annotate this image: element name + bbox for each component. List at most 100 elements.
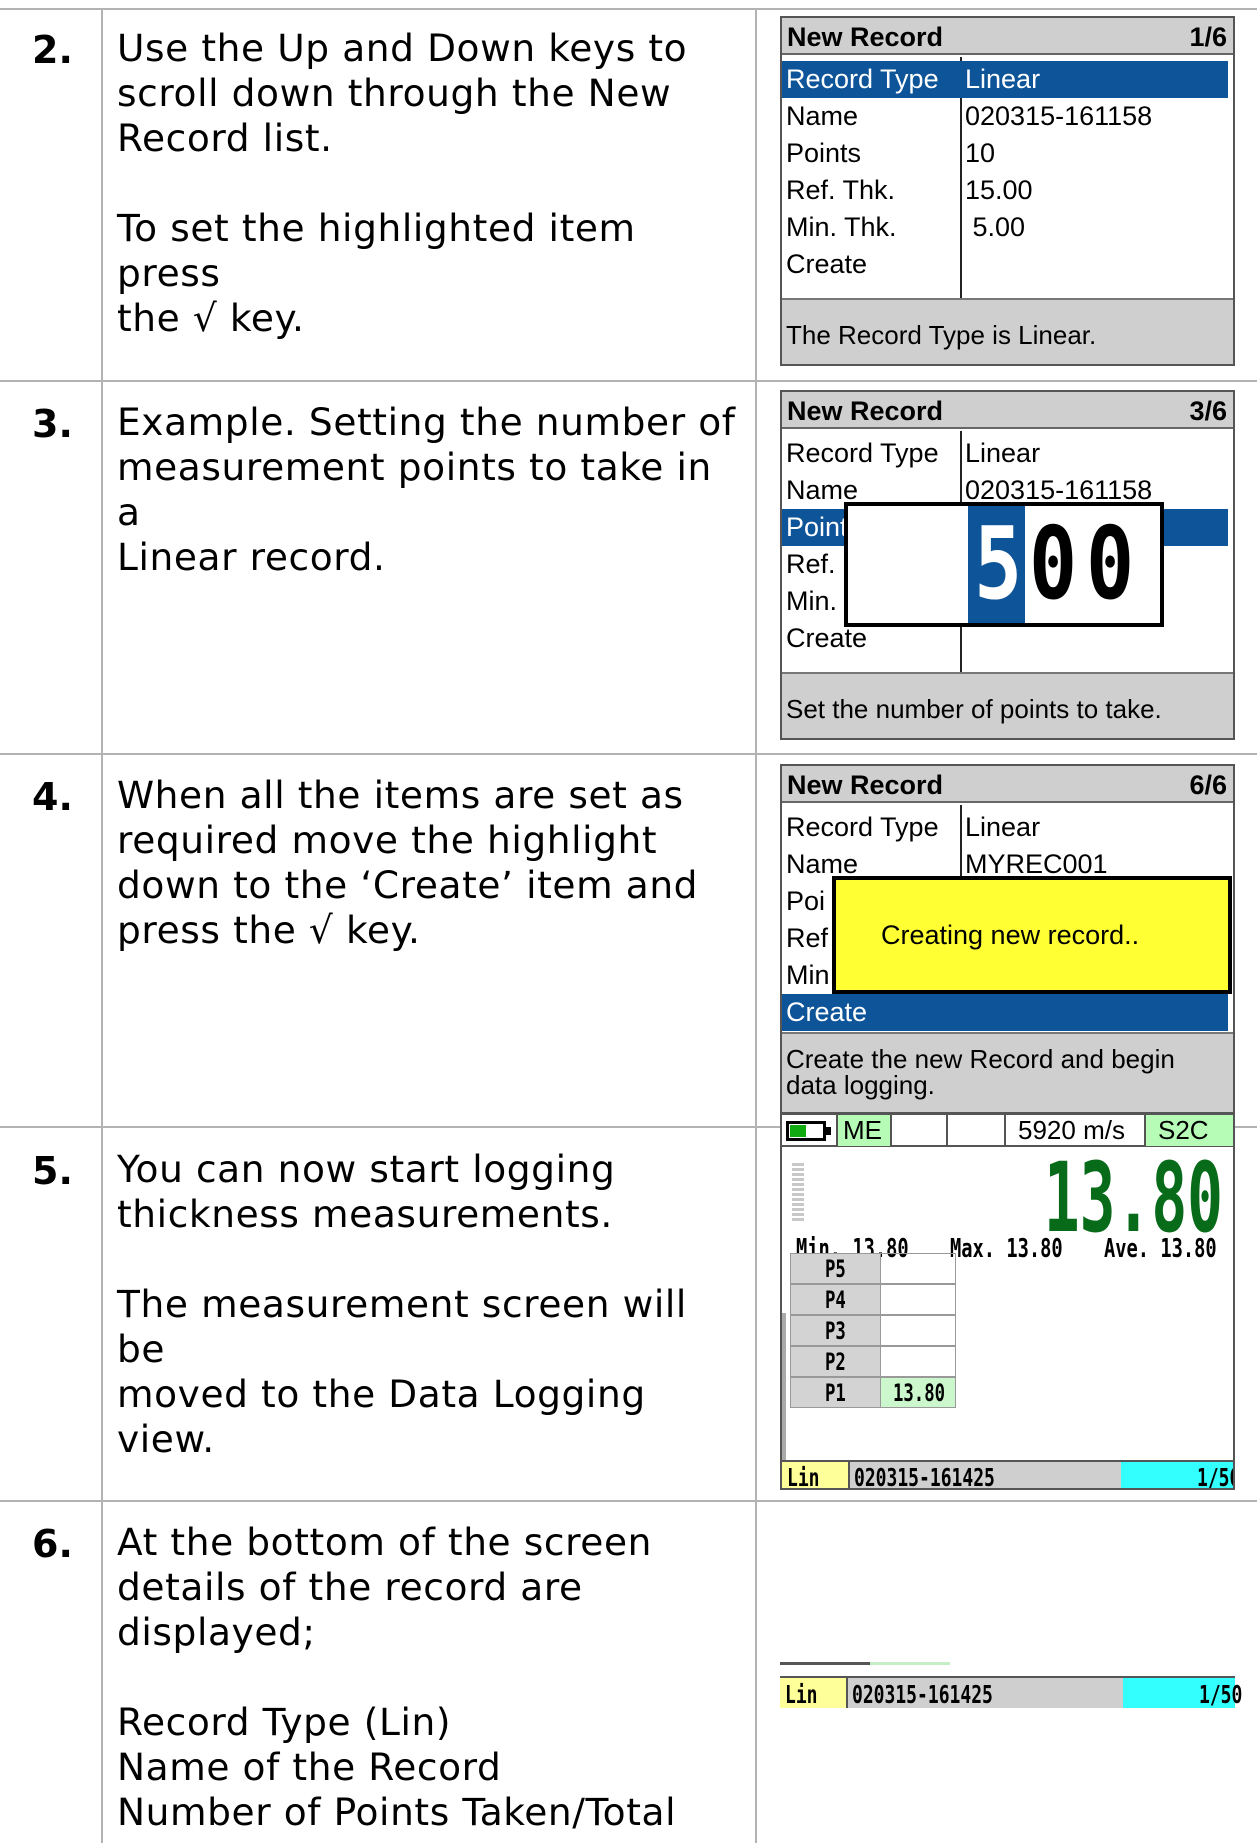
points-count-cell: 1/50 bbox=[1121, 1462, 1233, 1490]
help-text-line: Create the new Record and begin bbox=[786, 1044, 1175, 1074]
menu-row-value: Linear bbox=[965, 438, 1041, 468]
menu-row-label: Record Type bbox=[786, 64, 939, 94]
cropped-table-edge bbox=[780, 1662, 950, 1665]
device-screen-data-logging: ME 5920 m/s S2C 13.80 Min. 13.80 Max. 13… bbox=[780, 1113, 1235, 1490]
points-count: 1/50 bbox=[1196, 1463, 1233, 1490]
point-row[interactable]: P3 bbox=[790, 1315, 956, 1346]
step-text-line: required move the highlight bbox=[117, 818, 658, 862]
point-value: 13.80 bbox=[881, 1378, 955, 1407]
step-text-line: scroll down through the New bbox=[117, 71, 672, 115]
menu-row-label: Create bbox=[786, 997, 868, 1027]
digit-hundreds[interactable]: 5 bbox=[974, 508, 1022, 620]
point-value bbox=[881, 1316, 955, 1345]
menu-row-label: Point bbox=[786, 512, 848, 542]
max-reading: Max. 13.80 bbox=[950, 1233, 1107, 1264]
point-row[interactable]: P4 bbox=[790, 1284, 956, 1315]
points-count: 1/50 bbox=[1198, 1680, 1243, 1709]
battery-icon bbox=[786, 1121, 831, 1141]
menu-row-value: Linear bbox=[965, 812, 1041, 842]
step-text-line: You can now start logging bbox=[117, 1147, 616, 1191]
record-info-bar: Lin 020315-161425 1/50 bbox=[780, 1676, 1242, 1709]
step-text: Example. Setting the number of measureme… bbox=[117, 400, 742, 580]
screen-title-bar: New Record 6/6 bbox=[782, 766, 1233, 803]
device-screen-new-record-6: New Record 6/6 Record Type Linear Name MYR… bbox=[780, 764, 1235, 1114]
step-text-line: measurement points to take in a bbox=[117, 445, 712, 534]
menu-row-name[interactable]: Name 020315-161158 bbox=[782, 98, 1228, 135]
column-divider bbox=[101, 8, 103, 1843]
menu-row-value: Linear bbox=[965, 64, 1041, 94]
point-row[interactable]: P2 bbox=[790, 1346, 956, 1377]
screen-title: New Record bbox=[787, 22, 944, 52]
point-value bbox=[881, 1285, 955, 1314]
number-entry-popup[interactable]: 5 0 0 bbox=[844, 502, 1164, 627]
help-text: The Record Type is Linear. bbox=[786, 320, 1097, 350]
record-type-cell: Lin bbox=[782, 1462, 848, 1490]
mode-cell: ME bbox=[838, 1115, 892, 1146]
menu-row-ref-thk[interactable]: Ref. Thk. 15.00 bbox=[782, 172, 1228, 209]
screen-help-footer: Create the new Record and begin data log… bbox=[782, 1032, 1233, 1112]
help-text-line: data logging. bbox=[786, 1070, 935, 1100]
average-reading-text: Ave. 13.80 bbox=[1104, 1234, 1217, 1264]
step-text-line: Name of the Record bbox=[117, 1745, 502, 1789]
popup-message: Creating new record.. bbox=[881, 920, 1140, 950]
point-label: P3 bbox=[791, 1316, 881, 1345]
menu-row-label: Create bbox=[786, 249, 868, 279]
step-text-line: press the √ key. bbox=[117, 908, 421, 952]
record-type-label: Lin bbox=[787, 1463, 820, 1490]
menu-row-record-type[interactable]: Record Type Linear bbox=[782, 809, 1228, 846]
average-reading: Ave. 13.80 bbox=[1104, 1233, 1233, 1264]
step-text-line: details of the record are bbox=[117, 1565, 583, 1609]
menu-row-record-type[interactable]: Record Type Linear bbox=[782, 435, 1228, 472]
record-info-bar: Lin 020315-161425 1/50 bbox=[782, 1460, 1233, 1490]
status-blank-cell bbox=[892, 1115, 948, 1146]
screen-page-indicator: 6/6 bbox=[1189, 770, 1227, 800]
digit-units[interactable]: 0 bbox=[1086, 508, 1134, 620]
step-text-line: When all the items are set as bbox=[117, 773, 684, 817]
table-top-border bbox=[0, 8, 1257, 10]
record-name: 020315-161425 bbox=[852, 1680, 993, 1709]
signal-bar-indicator bbox=[792, 1163, 804, 1223]
step-text: At the bottom of the screen details of t… bbox=[117, 1520, 742, 1835]
menu-row-min-thk[interactable]: Min. Thk. 5.00 bbox=[782, 209, 1228, 246]
menu-row-label: Ref. bbox=[786, 549, 836, 579]
menu-row-label: Record Type bbox=[786, 812, 939, 842]
battery-cell bbox=[782, 1115, 838, 1146]
point-row[interactable]: P5 bbox=[790, 1253, 956, 1284]
record-name-divider bbox=[846, 1678, 848, 1708]
step-text: Use the Up and Down keys to scroll down … bbox=[117, 26, 742, 341]
menu-row-record-type[interactable]: Record Type Linear bbox=[782, 61, 1228, 98]
help-text: Set the number of points to take. bbox=[786, 694, 1162, 724]
scroll-indicator bbox=[782, 1313, 786, 1461]
menu-row-label: Record Type bbox=[786, 438, 939, 468]
point-value bbox=[881, 1347, 955, 1376]
digit-tens[interactable]: 0 bbox=[1029, 508, 1077, 620]
step-text-line: Number of Points Taken/Total bbox=[117, 1790, 677, 1834]
step-text-line: the √ key. bbox=[117, 296, 305, 340]
point-label: P5 bbox=[791, 1254, 881, 1283]
step-text: When all the items are set as required m… bbox=[117, 773, 742, 953]
step-text-line: thickness measurements. bbox=[117, 1192, 613, 1236]
menu-row-label: Min. bbox=[786, 960, 838, 990]
step-number: 2. bbox=[32, 28, 73, 72]
column-divider bbox=[755, 8, 757, 1843]
menu-row-label: Poi bbox=[786, 886, 826, 916]
menu-row-points[interactable]: Points 10 bbox=[782, 135, 1228, 172]
device-screen-new-record-1: New Record 1/6 Record Type Linear Name 020… bbox=[780, 16, 1235, 366]
menu-row-label: Ref bbox=[786, 923, 829, 953]
menu-row-label: Create bbox=[786, 623, 868, 653]
menu-row-create[interactable]: Create bbox=[782, 246, 1228, 283]
screen-title: New Record bbox=[787, 770, 944, 800]
row-divider bbox=[0, 380, 1257, 382]
menu-row-value: 15.00 bbox=[965, 175, 1033, 205]
menu-row-label: Ref. Thk. bbox=[786, 175, 896, 205]
step-text-line: To set the highlighted item press bbox=[117, 206, 636, 295]
menu-row-create[interactable]: Create bbox=[782, 994, 1228, 1031]
record-name-divider bbox=[848, 1462, 850, 1488]
record-type-cell: Lin bbox=[780, 1678, 846, 1709]
point-label: P1 bbox=[791, 1378, 881, 1407]
record-name: 020315-161425 bbox=[854, 1463, 995, 1490]
point-row[interactable]: P1 13.80 bbox=[790, 1377, 956, 1408]
step-text-line: Record Type (Lin) bbox=[117, 1700, 452, 1744]
step-text: You can now start logging thickness meas… bbox=[117, 1147, 742, 1462]
step-text-line: The measurement screen will be bbox=[117, 1282, 687, 1371]
